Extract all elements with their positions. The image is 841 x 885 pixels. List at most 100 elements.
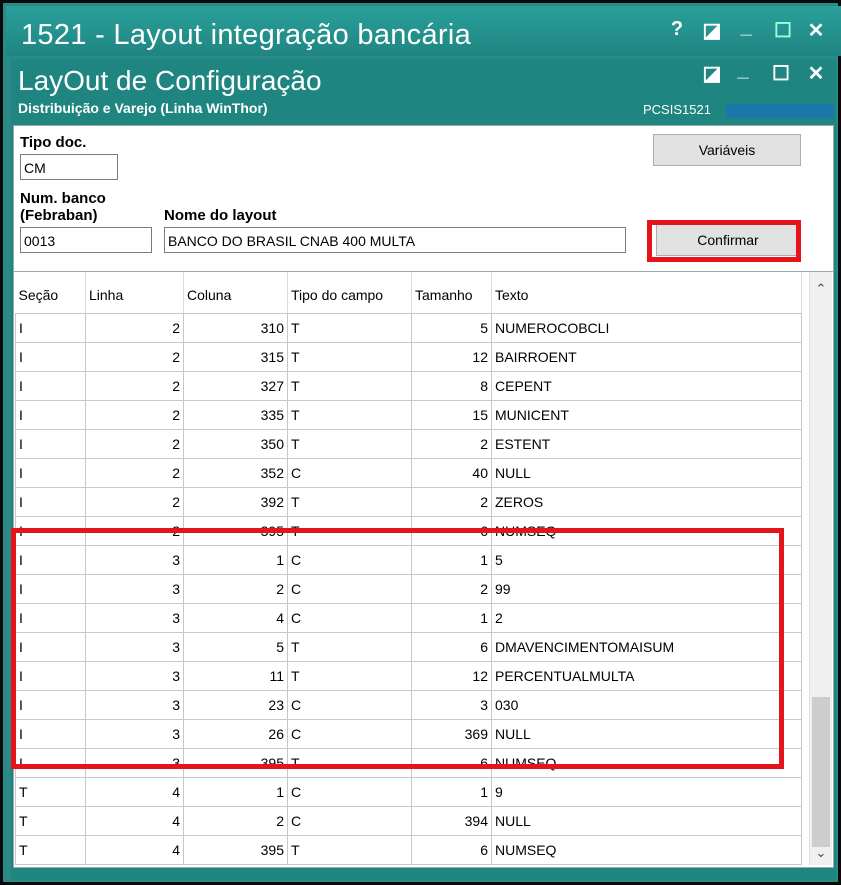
table-cell[interactable]: T <box>287 429 412 459</box>
table-cell[interactable]: 99 <box>491 574 802 604</box>
table-cell[interactable]: C <box>287 574 412 604</box>
table-cell[interactable]: MUNICENT <box>491 400 802 430</box>
table-cell[interactable]: ESTENT <box>491 429 802 459</box>
table-cell[interactable]: 2 <box>85 371 184 401</box>
table-cell[interactable]: 2 <box>85 313 184 343</box>
table-cell[interactable]: 12 <box>411 661 492 691</box>
table-cell[interactable]: 2 <box>85 429 184 459</box>
table-row[interactable]: I31C15 <box>15 545 802 575</box>
table-cell[interactable]: T <box>15 806 86 836</box>
table-cell[interactable]: 2 <box>411 487 492 517</box>
confirmar-button[interactable]: Confirmar <box>656 224 800 256</box>
table-cell[interactable]: 3 <box>85 603 184 633</box>
table-cell[interactable]: T <box>287 835 412 865</box>
table-cell[interactable]: 8 <box>411 371 492 401</box>
table-row[interactable]: I 3 11 T 12 PERCENTUALMULTA <box>15 661 802 691</box>
vertical-scrollbar[interactable]: ⌃ ⌄ <box>809 272 832 865</box>
table-cell[interactable]: I <box>15 487 86 517</box>
table-row[interactable]: I 3 23 C 3 030 <box>15 690 802 720</box>
table-cell[interactable]: I <box>15 400 86 430</box>
table-cell[interactable]: I <box>15 545 86 575</box>
table-cell[interactable]: T <box>287 371 412 401</box>
table-cell[interactable]: C <box>287 458 412 488</box>
table-cell[interactable]: 030 <box>491 690 802 720</box>
table-cell[interactable]: 4 <box>183 603 288 633</box>
table-row[interactable]: T 4 395 T 6 NUMSEQ <box>15 835 802 865</box>
table-cell[interactable]: 369 <box>411 719 492 749</box>
table-cell[interactable]: 40 <box>411 458 492 488</box>
nome-layout-field[interactable]: BANCO DO BRASIL CNAB 400 MULTA <box>164 227 626 253</box>
table-row[interactable]: I 2 350 T 2 ESTENT <box>15 429 802 459</box>
table-cell[interactable]: 350 <box>183 429 288 459</box>
table-cell[interactable]: C <box>287 806 412 836</box>
table-cell[interactable]: 26 <box>183 719 288 749</box>
table-cell[interactable]: T <box>287 516 412 546</box>
table-row[interactable]: I 2 310 T 5 NUMEROCOBCLI <box>15 313 802 343</box>
table-cell[interactable]: 2 <box>411 574 492 604</box>
minimize-icon[interactable]: _ <box>730 59 756 82</box>
restore-icon[interactable]: ◪ <box>699 18 725 43</box>
table-cell[interactable]: 327 <box>183 371 288 401</box>
table-cell[interactable]: I <box>15 748 86 778</box>
table-cell[interactable]: C <box>287 719 412 749</box>
table-row[interactable]: I34C12 <box>15 603 802 633</box>
table-cell[interactable]: 3 <box>85 748 184 778</box>
table-cell[interactable]: 6 <box>411 632 492 662</box>
table-cell[interactable]: C <box>287 777 412 807</box>
column-header[interactable]: Linha <box>85 272 184 314</box>
table-row[interactable]: T41C19 <box>15 777 802 807</box>
table-cell[interactable]: I <box>15 690 86 720</box>
table-cell[interactable]: 2 <box>85 458 184 488</box>
table-cell[interactable]: ZEROS <box>491 487 802 517</box>
table-row[interactable]: I 3 395 T 6 NUMSEQ <box>15 748 802 778</box>
table-cell[interactable]: 2 <box>183 806 288 836</box>
table-cell[interactable]: T <box>287 400 412 430</box>
table-cell[interactable]: T <box>287 661 412 691</box>
column-header[interactable]: Coluna <box>183 272 288 314</box>
table-cell[interactable]: 4 <box>85 777 184 807</box>
table-cell[interactable]: T <box>15 777 86 807</box>
table-cell[interactable]: 2 <box>85 487 184 517</box>
table-cell[interactable]: I <box>15 342 86 372</box>
table-cell[interactable]: 315 <box>183 342 288 372</box>
table-cell[interactable]: NULL <box>491 806 802 836</box>
close-icon[interactable]: ✕ <box>803 18 829 43</box>
table-cell[interactable]: 352 <box>183 458 288 488</box>
table-cell[interactable]: 2 <box>411 429 492 459</box>
table-cell[interactable]: BAIRROENT <box>491 342 802 372</box>
table-cell[interactable]: 2 <box>85 516 184 546</box>
table-cell[interactable]: I <box>15 719 86 749</box>
table-cell[interactable]: 9 <box>491 777 802 807</box>
table-cell[interactable]: 3 <box>85 545 184 575</box>
table-cell[interactable]: I <box>15 429 86 459</box>
table-cell[interactable]: 3 <box>85 690 184 720</box>
table-cell[interactable]: 392 <box>183 487 288 517</box>
table-cell[interactable]: 3 <box>85 632 184 662</box>
table-cell[interactable]: 1 <box>411 777 492 807</box>
table-cell[interactable]: T <box>287 632 412 662</box>
variaveis-button[interactable]: Variáveis <box>653 134 801 166</box>
table-cell[interactable]: 310 <box>183 313 288 343</box>
table-cell[interactable]: DMAVENCIMENTOMAISUM <box>491 632 802 662</box>
table-row[interactable]: I 3 26 C 369 NULL <box>15 719 802 749</box>
scroll-thumb[interactable] <box>812 697 830 847</box>
table-cell[interactable]: PERCENTUALMULTA <box>491 661 802 691</box>
table-cell[interactable]: 6 <box>411 835 492 865</box>
table-cell[interactable]: 5 <box>183 632 288 662</box>
column-header[interactable]: Tamanho <box>411 272 492 314</box>
table-row[interactable]: I 2 395 T 6 NUMSEQ <box>15 516 802 546</box>
table-cell[interactable]: 3 <box>85 574 184 604</box>
table-cell[interactable]: NUMSEQ <box>491 748 802 778</box>
table-cell[interactable]: 395 <box>183 835 288 865</box>
close-icon[interactable]: ✕ <box>803 61 829 86</box>
column-header[interactable]: Tipo do campo <box>287 272 412 314</box>
maximize-icon[interactable]: ☐ <box>768 61 794 86</box>
table-row[interactable]: I 2 335 T 15 MUNICENT <box>15 400 802 430</box>
table-cell[interactable]: I <box>15 603 86 633</box>
restore-icon[interactable]: ◪ <box>699 61 725 86</box>
table-cell[interactable]: 23 <box>183 690 288 720</box>
table-cell[interactable]: C <box>287 545 412 575</box>
table-row[interactable]: I 2 327 T 8 CEPENT <box>15 371 802 401</box>
table-row[interactable]: I 3 5 T 6 DMAVENCIMENTOMAISUM <box>15 632 802 662</box>
table-cell[interactable]: NULL <box>491 458 802 488</box>
